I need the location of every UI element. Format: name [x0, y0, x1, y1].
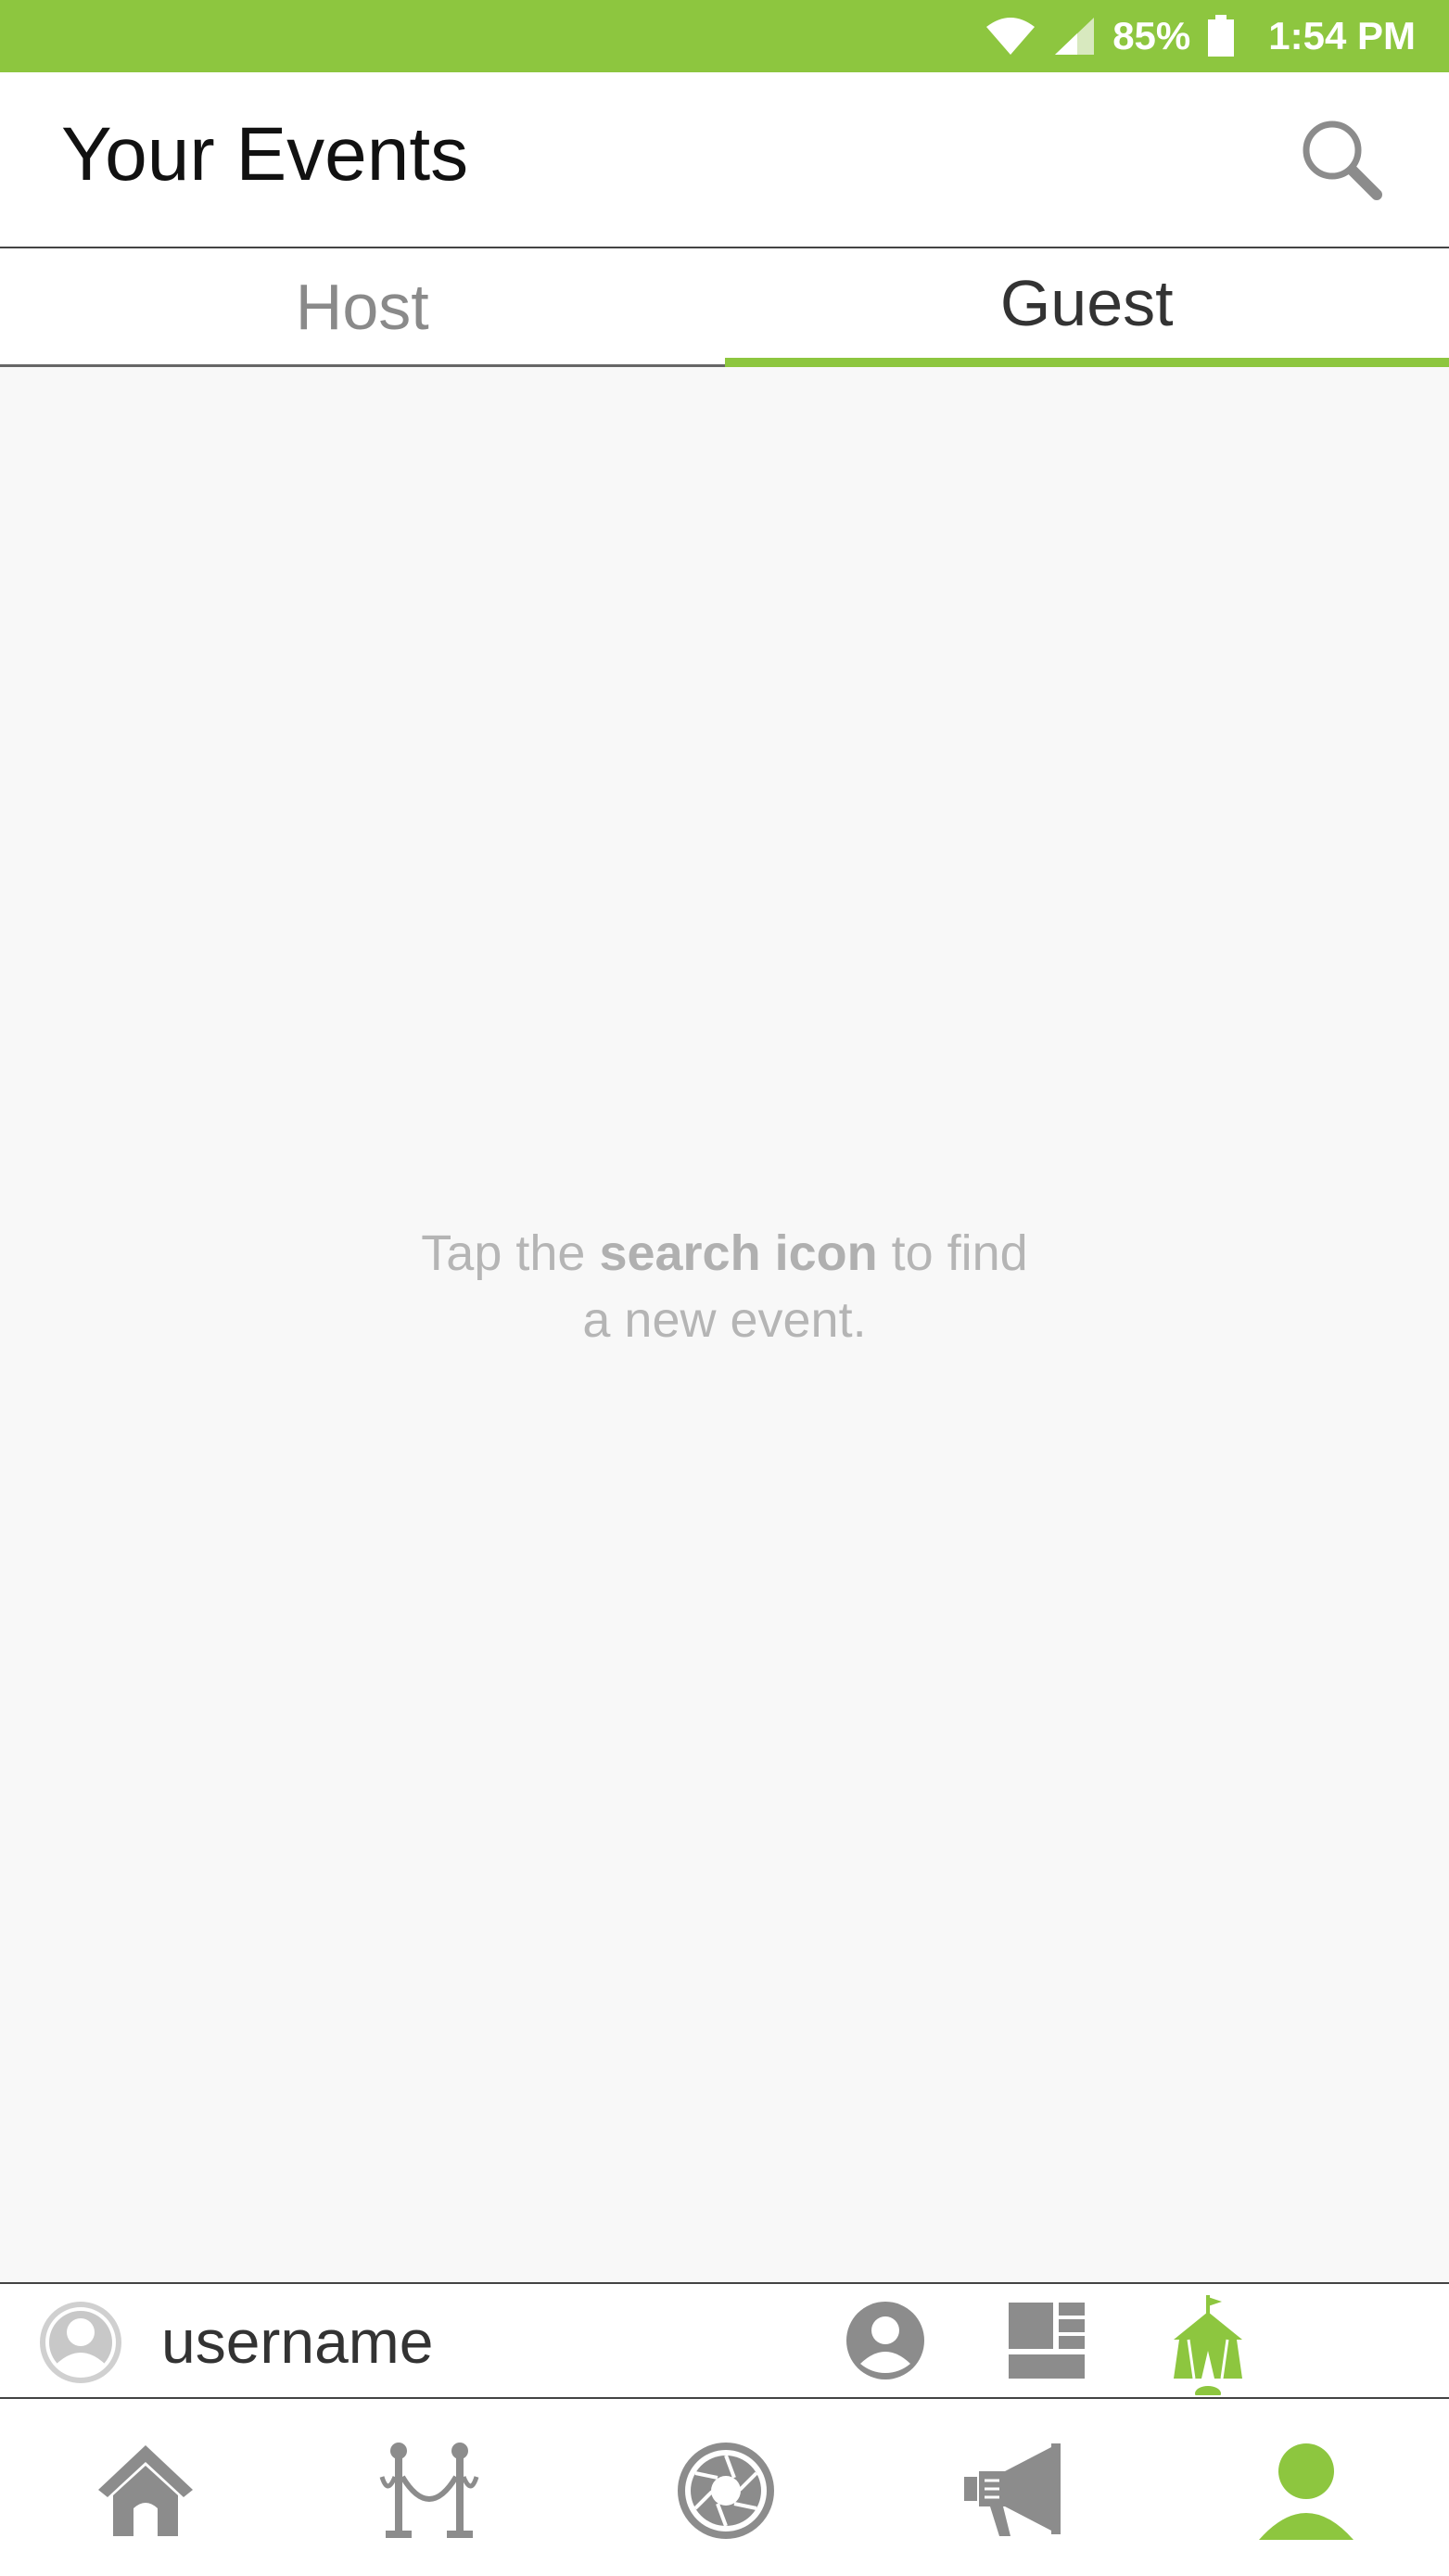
- layout-grid-icon: [1009, 2303, 1085, 2379]
- camera-aperture-icon: [678, 2443, 774, 2539]
- nav-camera[interactable]: [675, 2440, 777, 2542]
- status-indicators: 85% 1:54 PM: [985, 0, 1416, 72]
- avatar-icon: [40, 2302, 121, 2383]
- app-bar: Your Events: [0, 72, 1449, 248]
- search-icon: [1303, 121, 1382, 200]
- battery-percent: 85%: [1112, 14, 1191, 57]
- tab-guest-label: Guest: [999, 267, 1174, 339]
- nav-megaphone[interactable]: [962, 2440, 1064, 2542]
- empty-text-before: Tap the: [421, 1225, 600, 1281]
- battery-icon: [1207, 15, 1235, 57]
- empty-text-bold: search icon: [599, 1225, 878, 1281]
- empty-state-line-2: a new event.: [582, 1292, 867, 1348]
- profile-icon: [846, 2302, 924, 2379]
- velvet-rope-icon: [379, 2443, 479, 2538]
- empty-text-after: to find: [877, 1225, 1028, 1281]
- status-bar: 85% 1:54 PM: [0, 0, 1449, 72]
- user-bar: username: [0, 2282, 1449, 2401]
- search-button[interactable]: [1295, 113, 1388, 206]
- person-icon: [1259, 2443, 1354, 2540]
- clock: 1:54 PM: [1268, 14, 1416, 57]
- empty-state-line-1: Tap the search icon to find: [0, 1220, 1449, 1287]
- nav-profile[interactable]: [1255, 2440, 1357, 2542]
- signal-icon: [1053, 16, 1096, 57]
- tab-host-label: Host: [295, 270, 429, 343]
- bottom-nav: [0, 2399, 1449, 2576]
- wifi-icon: [985, 16, 1036, 57]
- tab-guest[interactable]: Guest: [724, 248, 1449, 367]
- nav-home[interactable]: [95, 2440, 197, 2542]
- tab-bar: Host Guest: [0, 248, 1449, 367]
- home-icon: [98, 2445, 193, 2536]
- megaphone-icon: [964, 2443, 1061, 2536]
- tent-icon: [1174, 2295, 1242, 2401]
- nav-velvet-rope[interactable]: [378, 2440, 480, 2542]
- profile-button[interactable]: [844, 2299, 927, 2382]
- username: username: [161, 2307, 434, 2376]
- layout-grid-button[interactable]: [1005, 2299, 1088, 2382]
- events-list[interactable]: Tap the search icon to find a new event.: [0, 367, 1449, 2282]
- avatar[interactable]: [37, 2299, 124, 2386]
- empty-state-message: Tap the search icon to find a new event.: [0, 1220, 1449, 1353]
- events-tent-button[interactable]: [1166, 2293, 1250, 2401]
- page-title: Your Events: [61, 112, 469, 197]
- tab-host[interactable]: Host: [0, 248, 725, 367]
